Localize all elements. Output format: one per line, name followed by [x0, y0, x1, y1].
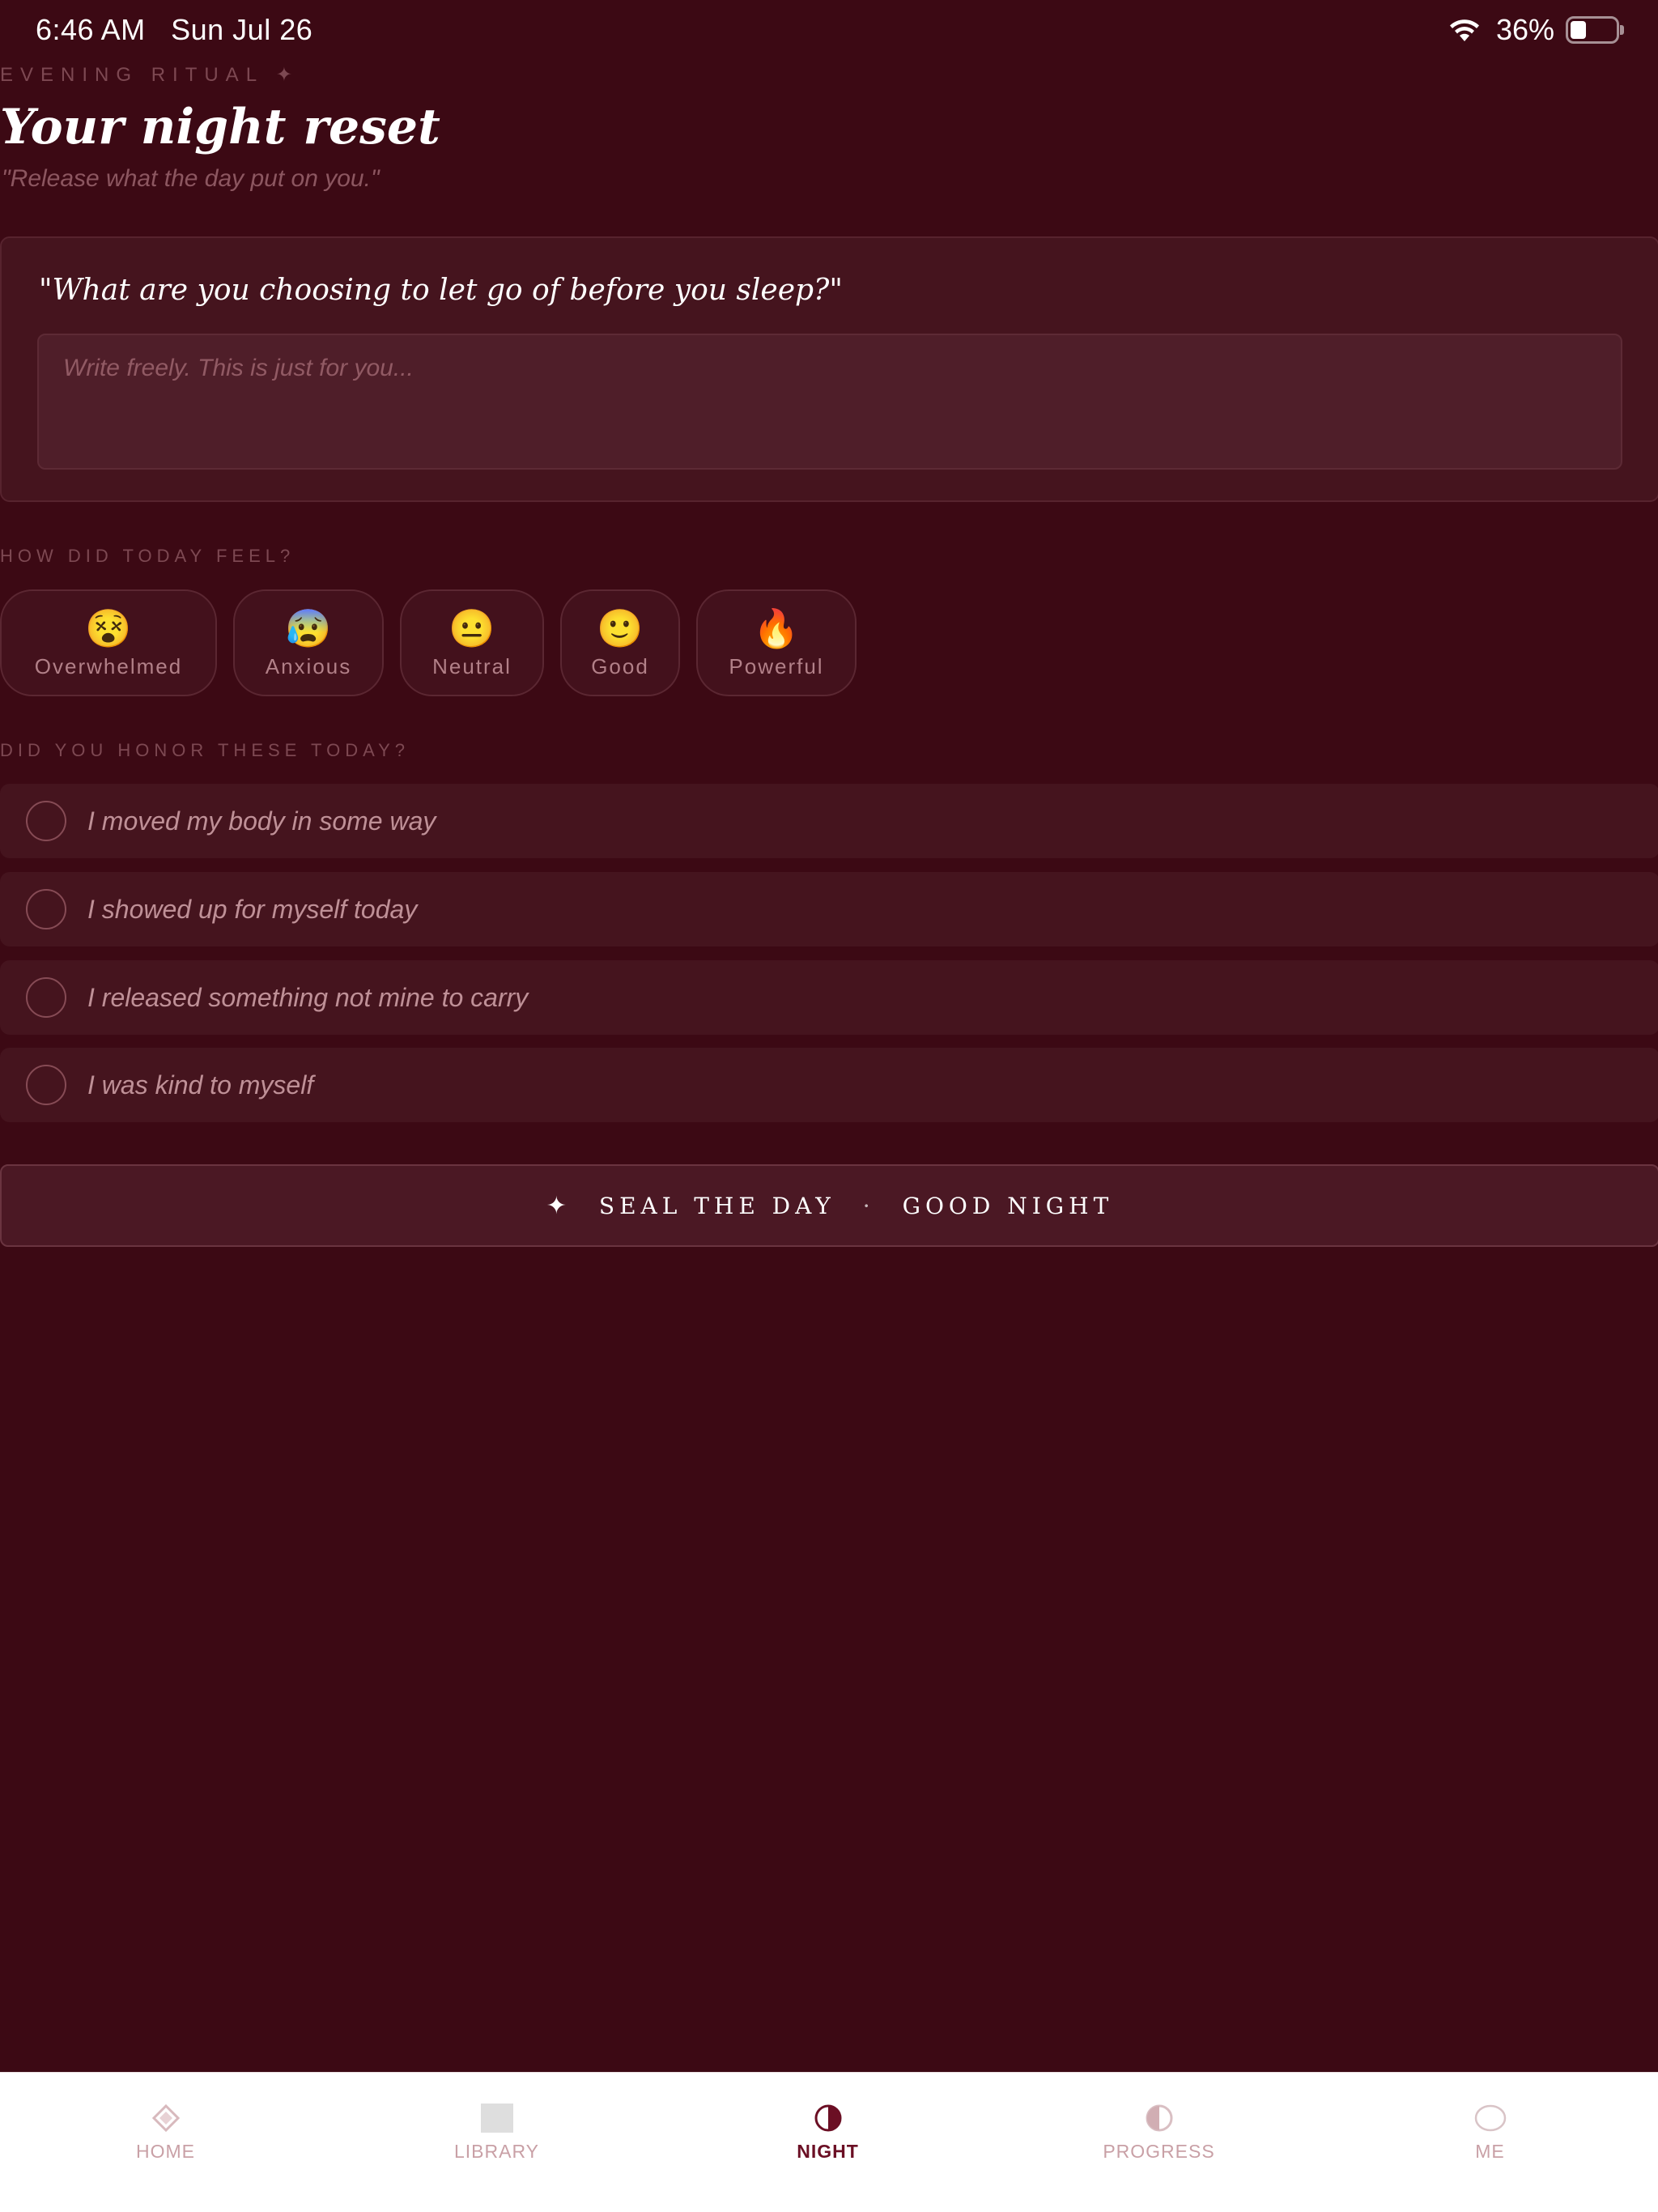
- intention-row[interactable]: I moved my body in some way: [0, 784, 1658, 858]
- journal-card: "What are you choosing to let go of befo…: [0, 236, 1658, 502]
- journal-input[interactable]: [37, 334, 1622, 470]
- smiling-face-icon: 🙂: [597, 606, 644, 649]
- tab-library[interactable]: LIBRARY: [331, 2073, 662, 2212]
- checkbox-circle-icon[interactable]: [26, 889, 66, 929]
- battery-level-fill: [1571, 21, 1586, 39]
- seal-button-label: SEAL THE DAY: [598, 1192, 835, 1219]
- section-eyebrow: EVENING RITUAL ✦: [0, 64, 300, 86]
- tab-progress[interactable]: PROGRESS: [993, 2073, 1324, 2212]
- mood-chip-overwhelmed[interactable]: 😵 Overwhelmed: [0, 589, 217, 696]
- battery-percent: 36%: [1495, 13, 1554, 46]
- tab-label: PROGRESS: [1103, 2141, 1215, 2162]
- mood-chip-powerful[interactable]: 🔥 Powerful: [696, 589, 857, 696]
- tab-bar: HOME LIBRARY NIGHT PROGRESS ME: [0, 2072, 1658, 2212]
- square-icon: [480, 2102, 513, 2134]
- mood-label: Overwhelmed: [34, 653, 183, 678]
- tab-label: ME: [1475, 2141, 1505, 2162]
- night-ritual-screen: 6:46 AM Sun Jul 26 36% EVENING RITUAL ✦ …: [0, 0, 1658, 2212]
- mood-chip-anxious[interactable]: 😰 Anxious: [233, 589, 384, 696]
- diamond-icon: [150, 2102, 182, 2134]
- intention-text: I released something not mine to carry: [87, 983, 529, 1012]
- seal-button-label-secondary: GOOD NIGHT: [902, 1192, 1114, 1219]
- mood-section-label: HOW DID TODAY FEEL?: [0, 546, 295, 566]
- page-title: Your night reset: [0, 99, 440, 155]
- mood-chip-neutral[interactable]: 😐 Neutral: [400, 589, 544, 696]
- tab-label: LIBRARY: [453, 2141, 539, 2162]
- neutral-face-icon: 😐: [449, 606, 495, 649]
- mood-label: Good: [591, 653, 649, 678]
- intention-text: I moved my body in some way: [87, 806, 436, 836]
- wifi-icon: [1449, 19, 1479, 41]
- intention-text: I showed up for myself today: [87, 895, 418, 924]
- intention-text: I was kind to myself: [87, 1070, 314, 1100]
- tab-label: NIGHT: [797, 2141, 859, 2162]
- circle-icon: [1474, 2102, 1507, 2134]
- mood-label: Anxious: [265, 653, 352, 678]
- intention-row[interactable]: I showed up for myself today: [0, 872, 1658, 946]
- mood-label: Powerful: [729, 653, 824, 678]
- intentions-section-label: DID YOU HONOR THESE TODAY?: [0, 740, 410, 760]
- tab-me[interactable]: ME: [1324, 2073, 1656, 2212]
- dizzy-face-icon: 😵: [85, 606, 132, 649]
- half-moon-icon: [812, 2102, 844, 2134]
- intention-row[interactable]: I was kind to myself: [0, 1048, 1658, 1122]
- status-indicators: 36%: [1448, 13, 1624, 47]
- status-time-date: 6:46 AM Sun Jul 26: [36, 13, 312, 47]
- status-bar: 6:46 AM Sun Jul 26 36%: [0, 0, 1658, 62]
- tab-home[interactable]: HOME: [0, 2073, 331, 2212]
- mood-chip-good[interactable]: 🙂 Good: [560, 589, 680, 696]
- battery-icon: [1566, 16, 1624, 44]
- status-time: 6:46 AM: [36, 13, 146, 46]
- checkbox-circle-icon[interactable]: [26, 1065, 66, 1105]
- seal-button-separator: ·: [862, 1192, 875, 1219]
- half-circle-icon: [1143, 2102, 1175, 2134]
- checkbox-circle-icon[interactable]: [26, 801, 66, 841]
- page-subtitle: "Release what the day put on you.": [2, 165, 380, 192]
- seal-the-day-button[interactable]: ✦ SEAL THE DAY · GOOD NIGHT: [0, 1164, 1658, 1247]
- anxious-face-icon: 😰: [285, 606, 332, 649]
- journal-prompt: "What are you choosing to let go of befo…: [39, 274, 843, 307]
- intention-row[interactable]: I released something not mine to carry: [0, 960, 1658, 1035]
- fire-icon: 🔥: [753, 606, 800, 649]
- checkbox-circle-icon[interactable]: [26, 977, 66, 1018]
- status-date: Sun Jul 26: [171, 13, 313, 46]
- mood-label: Neutral: [432, 653, 512, 678]
- tab-night[interactable]: NIGHT: [662, 2073, 993, 2212]
- sparkle-icon: ✦: [546, 1191, 572, 1220]
- tab-label: HOME: [136, 2141, 195, 2162]
